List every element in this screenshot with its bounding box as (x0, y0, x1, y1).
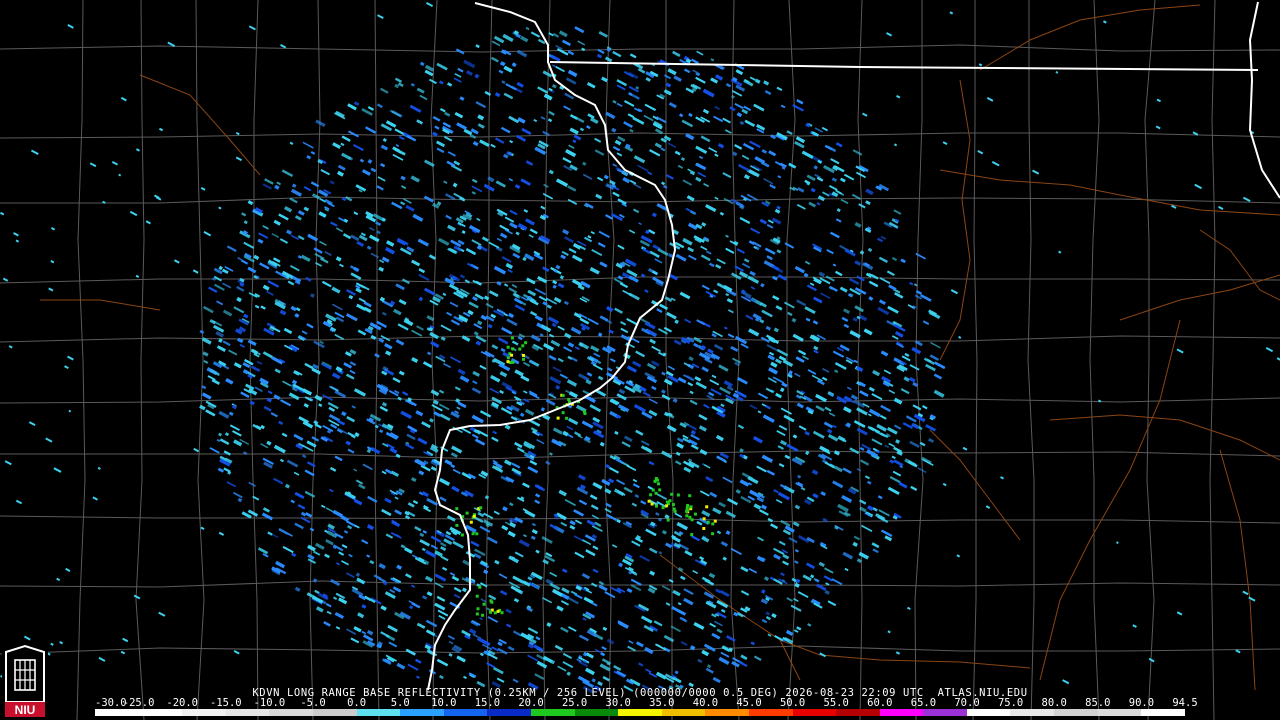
radar-map (0, 0, 1280, 720)
